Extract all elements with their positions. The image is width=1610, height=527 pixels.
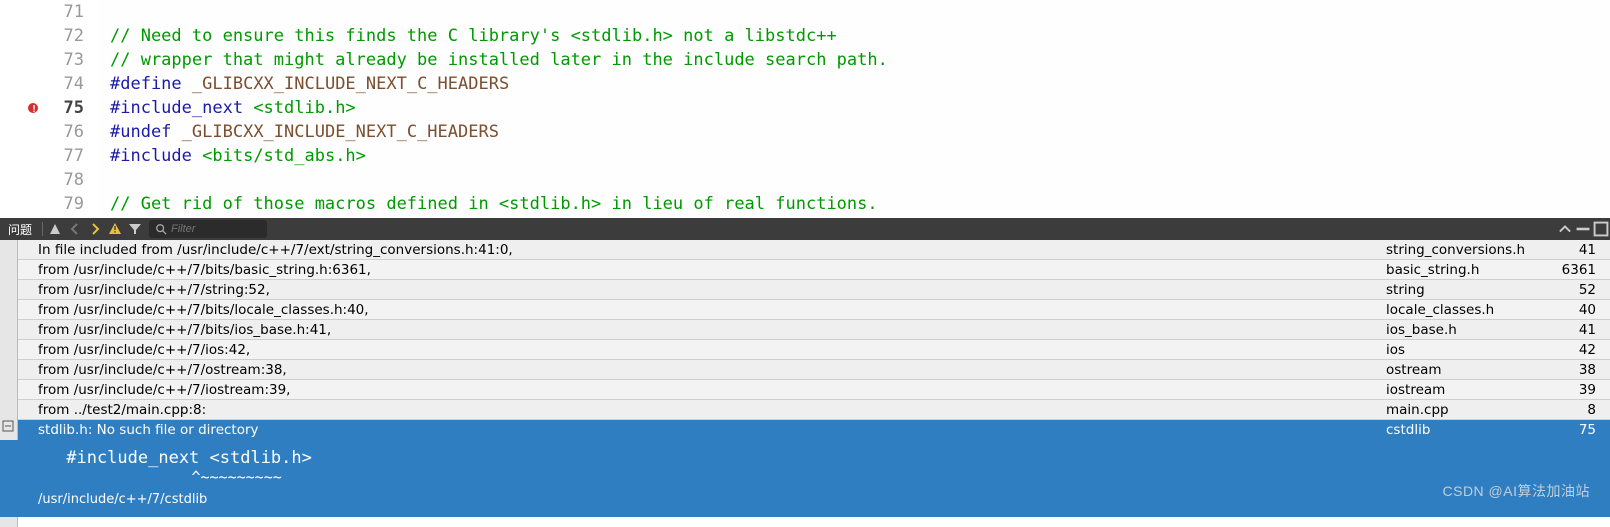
line-number: 71 [0,0,98,24]
code-line[interactable]: 72// Need to ensure this finds the C lib… [0,24,1610,48]
code-content[interactable]: // Need to ensure this finds the C libra… [98,24,1610,48]
line-number: 79 [0,192,98,216]
problem-file: cstdlib [1382,422,1552,438]
problem-line: 75 [1552,422,1610,438]
problem-row[interactable]: from /usr/include/c++/7/bits/ios_base.h:… [0,320,1610,340]
problem-row[interactable]: from /usr/include/c++/7/bits/basic_strin… [0,260,1610,280]
problem-line: 40 [1552,302,1610,318]
problem-line: 41 [1552,242,1610,258]
code-content[interactable]: #include_next <stdlib.h> [98,96,1610,120]
problem-file: iostream [1382,382,1552,398]
problem-message: from /usr/include/c++/7/iostream:39, [38,382,1382,398]
build-icon[interactable] [46,220,64,238]
maximize-icon[interactable] [1592,220,1610,238]
code-editor[interactable]: 7172// Need to ensure this finds the C l… [0,0,1610,218]
line-number: 74 [0,72,98,96]
problem-line: 42 [1552,342,1610,358]
filter-box[interactable] [149,220,267,238]
code-line[interactable]: 77#include <bits/std_abs.h> [0,144,1610,168]
line-number: 75 [0,96,98,120]
problem-row[interactable]: from /usr/include/c++/7/bits/locale_clas… [0,300,1610,320]
minimize-icon[interactable] [1574,220,1592,238]
problem-line: 6361 [1552,262,1610,278]
collapse-up-icon[interactable] [1556,220,1574,238]
code-content[interactable]: #undef _GLIBCXX_INCLUDE_NEXT_C_HEADERS [98,120,1610,144]
problem-row[interactable]: from /usr/include/c++/7/ios:42,ios42 [0,340,1610,360]
problems-panel: 问题 In file included from /usr [0,218,1610,527]
code-content[interactable]: // wrapper that might already be install… [98,48,1610,72]
problem-message: from /usr/include/c++/7/string:52, [38,282,1382,298]
problem-file: basic_string.h [1382,262,1552,278]
problem-line: 8 [1552,402,1610,418]
problem-message: from /usr/include/c++/7/bits/basic_strin… [38,262,1382,278]
code-line[interactable]: 78 [0,168,1610,192]
line-number: 76 [0,120,98,144]
problem-row[interactable]: from ../test2/main.cpp:8:main.cpp8 [0,400,1610,420]
problem-line: 38 [1552,362,1610,378]
problem-row[interactable]: from /usr/include/c++/7/iostream:39,iost… [0,380,1610,400]
prev-icon[interactable] [66,220,84,238]
code-content[interactable]: #define _GLIBCXX_INCLUDE_NEXT_C_HEADERS [98,72,1610,96]
problem-message: from /usr/include/c++/7/ios:42, [38,342,1382,358]
problem-row[interactable]: In file included from /usr/include/c++/7… [0,240,1610,260]
problem-file: string_conversions.h [1382,242,1552,258]
problem-row[interactable]: from /usr/include/c++/7/string:52,string… [0,280,1610,300]
problem-file: ostream [1382,362,1552,378]
code-content[interactable] [98,0,1610,24]
problem-message: from ../test2/main.cpp:8: [38,402,1382,418]
code-line[interactable]: 73// wrapper that might already be insta… [0,48,1610,72]
code-line[interactable]: 74#define _GLIBCXX_INCLUDE_NEXT_C_HEADER… [0,72,1610,96]
line-number: 78 [0,168,98,192]
code-line[interactable]: 75#include_next <stdlib.h> [0,96,1610,120]
problem-message: from /usr/include/c++/7/ostream:38, [38,362,1382,378]
code-content[interactable]: // Get rid of those macros defined in <s… [98,192,1610,216]
problem-line: 39 [1552,382,1610,398]
problem-line: 52 [1552,282,1610,298]
problems-list[interactable]: In file included from /usr/include/c++/7… [0,240,1610,527]
problem-message: !stdlib.h: No such file or directory [38,422,1382,438]
code-content[interactable]: #include <bits/std_abs.h> [98,144,1610,168]
problem-file: locale_classes.h [1382,302,1552,318]
filter-input[interactable] [171,223,261,235]
problems-header: 问题 [0,218,1610,240]
problem-message: In file included from /usr/include/c++/7… [38,242,1382,258]
error-path: /usr/include/c++/7/cstdlib [38,486,1610,511]
error-snippet: #include_next <stdlib.h> [38,444,1610,468]
problem-message: from /usr/include/c++/7/bits/locale_clas… [38,302,1382,318]
code-content[interactable] [98,168,1610,192]
problem-file: main.cpp [1382,402,1552,418]
problem-line: 41 [1552,322,1610,338]
code-line[interactable]: 76#undef _GLIBCXX_INCLUDE_NEXT_C_HEADERS [0,120,1610,144]
error-caret: ^~~~~~~~~~ [38,468,1610,486]
problem-message: from /usr/include/c++/7/bits/ios_base.h:… [38,322,1382,338]
code-line[interactable]: 79// Get rid of those macros defined in … [0,192,1610,216]
warning-icon[interactable] [106,220,124,238]
problem-file: ios [1382,342,1552,358]
problem-row[interactable]: from /usr/include/c++/7/ostream:38,ostre… [0,360,1610,380]
funnel-icon[interactable] [126,220,144,238]
collapse-icon[interactable] [2,420,14,432]
line-number: 73 [0,48,98,72]
problem-file: ios_base.h [1382,322,1552,338]
next-icon[interactable] [86,220,104,238]
search-icon [155,223,167,235]
problem-row-selected[interactable]: !stdlib.h: No such file or directorycstd… [0,420,1610,440]
problem-detail: #include_next <stdlib.h> ^~~~~~~~~~/usr/… [0,440,1610,517]
problem-file: string [1382,282,1552,298]
problems-tab[interactable]: 问题 [0,218,40,240]
code-line[interactable]: 71 [0,0,1610,24]
line-number: 72 [0,24,98,48]
line-number: 77 [0,144,98,168]
